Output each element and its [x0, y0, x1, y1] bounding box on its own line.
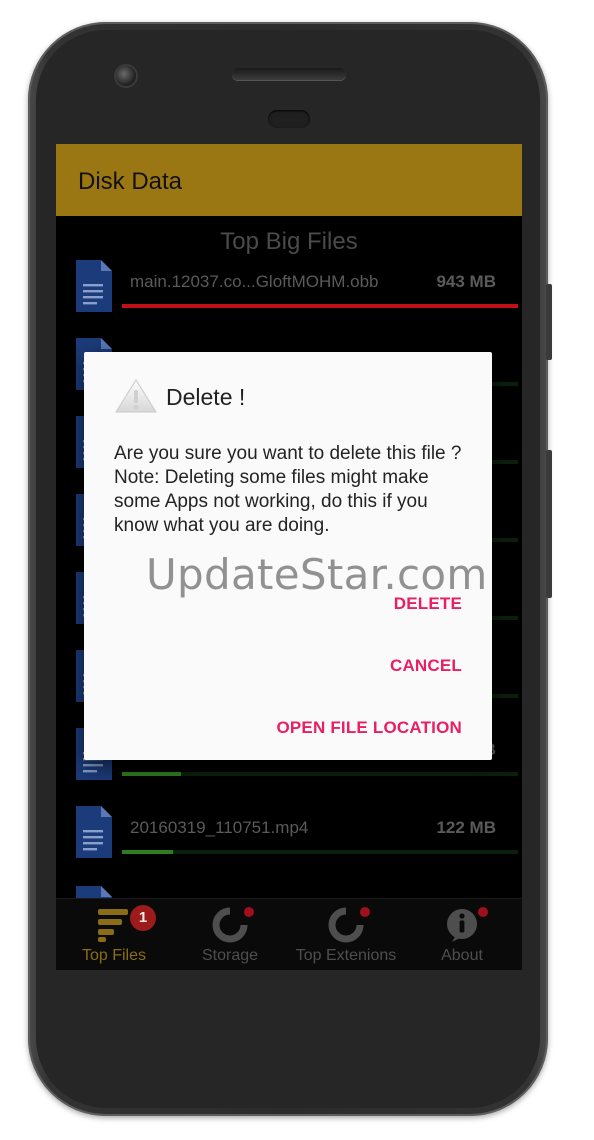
dialog-message-note: Note: Deleting some files might make som…: [114, 467, 429, 536]
dialog-message: Are you sure you want to delete this fil…: [114, 442, 464, 538]
power-button: [546, 284, 552, 360]
cancel-button[interactable]: CANCEL: [390, 656, 462, 676]
dialog-title: Delete !: [166, 384, 246, 410]
front-camera: [116, 66, 136, 86]
earpiece-speaker: [232, 68, 346, 80]
volume-button: [546, 450, 552, 598]
dialog-message-confirm: Are you sure you want to delete this fil…: [114, 443, 462, 464]
watermark: UpdateStar.com: [146, 550, 488, 599]
proximity-sensor: [268, 110, 310, 128]
open-file-location-button[interactable]: OPEN FILE LOCATION: [276, 718, 462, 738]
warning-icon: [115, 379, 157, 413]
